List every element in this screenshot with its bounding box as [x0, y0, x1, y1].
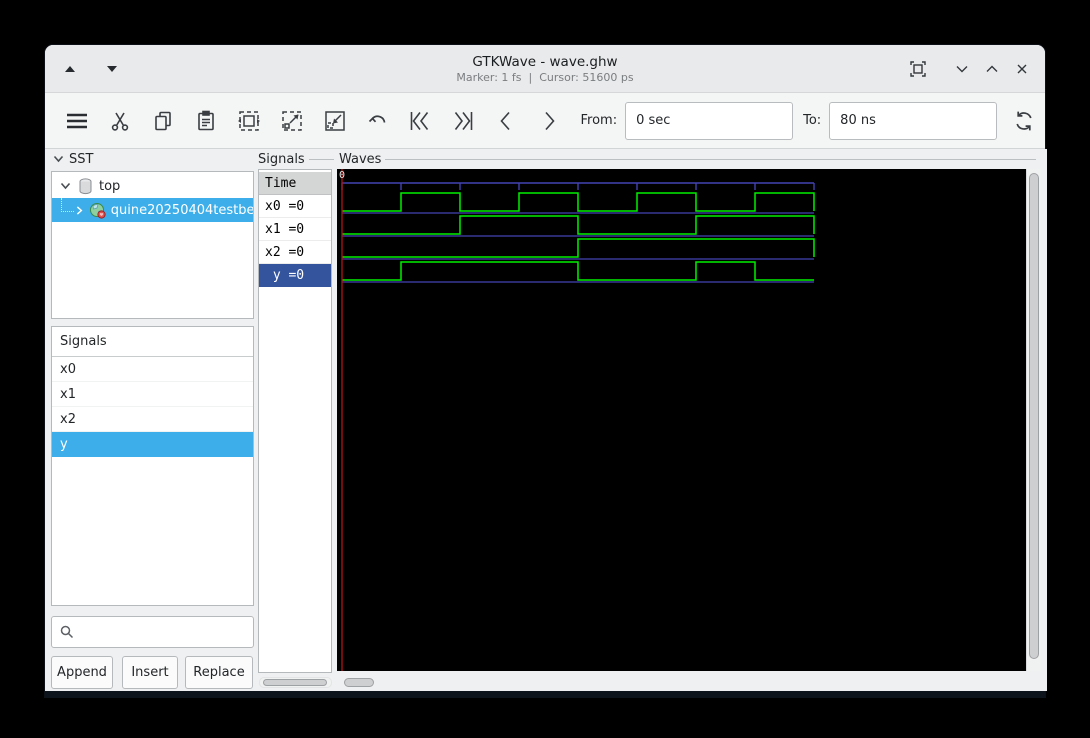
wave-vscrollbar[interactable]: [1026, 169, 1041, 671]
waves-header-label: Waves: [339, 152, 381, 167]
waves-frame-label: Waves: [339, 152, 1036, 167]
maximize-icon[interactable]: [981, 58, 1003, 80]
append-button-label: Append: [57, 665, 107, 680]
screen: GTKWave - wave.ghw Marker: 1 fs | Cursor…: [0, 0, 1090, 738]
expander-closed-icon: [76, 205, 83, 216]
module-icon: [78, 178, 93, 195]
sst-header[interactable]: SST: [53, 150, 93, 168]
menu-button[interactable]: [59, 102, 96, 140]
wave-display[interactable]: 0: [337, 169, 1026, 671]
insert-button-label: Insert: [131, 665, 168, 680]
append-button[interactable]: Append: [51, 656, 113, 689]
trace-label: x0 =0: [265, 199, 304, 214]
signal-list-item-x0[interactable]: x0: [52, 357, 253, 382]
minimize-icon[interactable]: [951, 58, 973, 80]
go-to-end-button[interactable]: [445, 102, 482, 140]
sst-expander-icon: [53, 155, 64, 163]
shift-right-button[interactable]: [531, 102, 568, 140]
signal-search-panel: Signals x0 x1 x2 y: [51, 326, 254, 606]
trace-row-x1[interactable]: x1 =0: [259, 218, 331, 241]
signal-label: x1: [60, 387, 76, 402]
zoom-fit-button[interactable]: [231, 102, 268, 140]
tree-item-testbench[interactable]: quine20250404testbenc: [52, 198, 253, 222]
trace-row-x0[interactable]: x0 =0: [259, 195, 331, 218]
gtkwave-window: GTKWave - wave.ghw Marker: 1 fs | Cursor…: [44, 44, 1046, 698]
wave-canvas: [337, 169, 1026, 671]
shade-up-button[interactable]: [59, 58, 81, 80]
titlebar[interactable]: GTKWave - wave.ghw Marker: 1 fs | Cursor…: [45, 45, 1045, 93]
tree-item-label: top: [99, 179, 120, 194]
replace-button[interactable]: Replace: [185, 656, 253, 689]
expander-open-icon: [60, 182, 71, 190]
shade-down-button[interactable]: [101, 58, 123, 80]
signal-list-item-x1[interactable]: x1: [52, 382, 253, 407]
tree-guide: [61, 198, 74, 212]
testbench-icon: [89, 202, 106, 219]
trace-hscrollbar[interactable]: [259, 677, 332, 688]
signal-label: x2: [60, 412, 76, 427]
trace-hscrollbar-thumb[interactable]: [263, 679, 327, 686]
signal-list-item-x2[interactable]: x2: [52, 407, 253, 432]
frame-line: [385, 159, 1036, 160]
signal-list-item-y[interactable]: y: [52, 432, 253, 457]
marker-cursor-status: Marker: 1 fs | Cursor: 51600 ps: [456, 71, 633, 85]
tree-item-top[interactable]: top: [52, 174, 253, 198]
signal-label: y: [60, 437, 68, 452]
time-label: Time: [265, 176, 296, 191]
undo-button[interactable]: [359, 102, 396, 140]
zoom-in-button[interactable]: [273, 102, 310, 140]
shift-left-button[interactable]: [488, 102, 525, 140]
traces-frame-label: Signals: [258, 152, 334, 167]
paste-button[interactable]: [188, 102, 225, 140]
to-label: To:: [803, 113, 821, 128]
wave-hscrollbar-thumb[interactable]: [344, 678, 374, 687]
reload-button[interactable]: [1005, 102, 1042, 140]
fullscreen-icon[interactable]: [907, 58, 929, 80]
signal-list-header: Signals: [52, 327, 253, 357]
to-input[interactable]: [829, 102, 997, 140]
wave-vscrollbar-thumb[interactable]: [1029, 173, 1039, 659]
trace-label: y =0: [265, 268, 304, 283]
main-content: SST top: [45, 149, 1047, 691]
trace-row-x2[interactable]: x2 =0: [259, 241, 331, 264]
ruler-origin-label: 0: [339, 170, 345, 181]
search-icon: [59, 624, 75, 640]
toolbar: From: To:: [45, 93, 1045, 149]
sst-tree: top quine20250404testbenc: [51, 171, 254, 319]
wave-hscrollbar[interactable]: [337, 676, 1036, 688]
frame-line: [309, 159, 334, 160]
signal-label: x0: [60, 362, 76, 377]
window-title: GTKWave - wave.ghw: [472, 54, 617, 71]
signal-list-header-label: Signals: [60, 334, 107, 349]
close-icon[interactable]: [1011, 58, 1033, 80]
time-header-cell[interactable]: Time: [259, 172, 331, 195]
tree-item-label: quine20250404testbenc: [111, 203, 253, 218]
replace-button-label: Replace: [193, 665, 244, 680]
trace-row-y[interactable]: y =0: [259, 264, 331, 287]
trace-label: x1 =0: [265, 222, 304, 237]
insert-button[interactable]: Insert: [122, 656, 178, 689]
from-input[interactable]: [625, 102, 793, 140]
copy-button[interactable]: [145, 102, 182, 140]
go-to-start-button[interactable]: [402, 102, 439, 140]
traces-header-label: Signals: [258, 152, 305, 167]
search-input[interactable]: [75, 617, 253, 647]
zoom-out-button[interactable]: [316, 102, 353, 140]
trace-name-panel: Time x0 =0 x1 =0 x2 =0 y =0: [258, 169, 332, 673]
signal-search-box[interactable]: [51, 616, 254, 648]
cut-button[interactable]: [102, 102, 139, 140]
trace-label: x2 =0: [265, 245, 304, 260]
from-label: From:: [581, 113, 618, 128]
sst-header-label: SST: [69, 152, 93, 167]
